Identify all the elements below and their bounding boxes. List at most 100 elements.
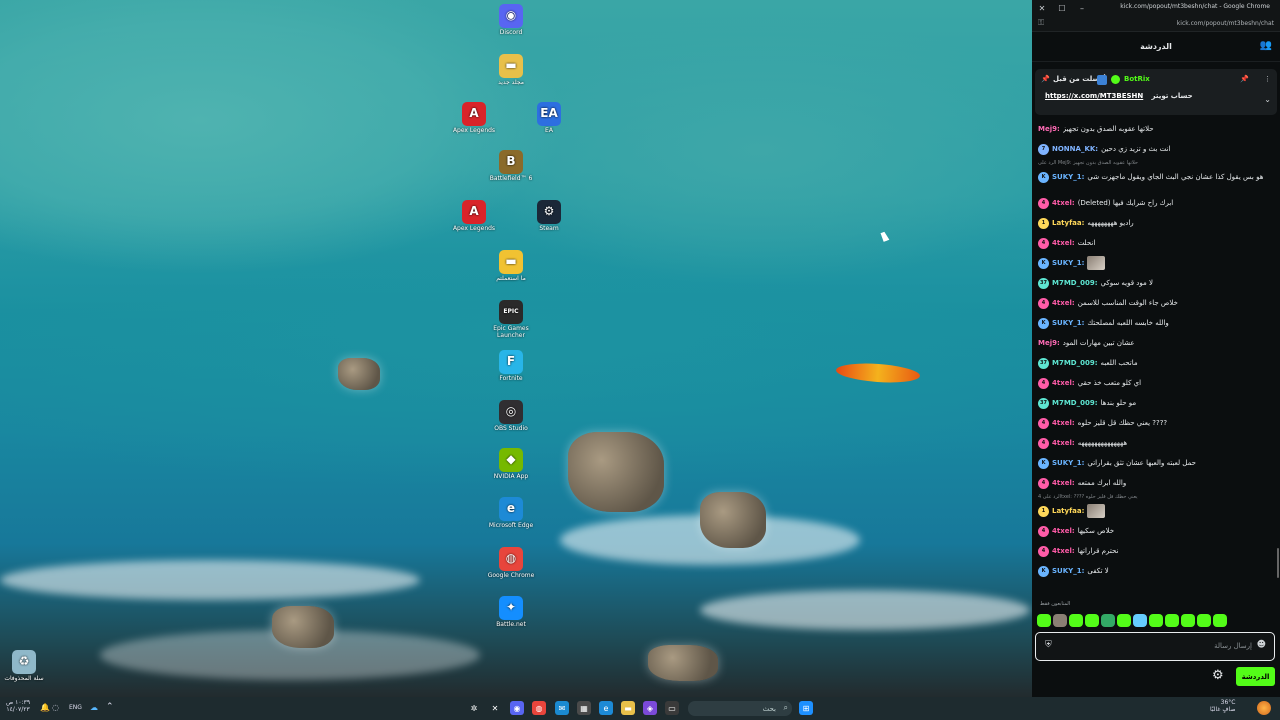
emote-button[interactable] — [1133, 614, 1147, 627]
maximize-button[interactable]: ☐ — [1052, 4, 1072, 13]
chat-username[interactable]: Mej9: — [1038, 125, 1060, 133]
desktop-shortcut[interactable]: ✦ Battle.net — [483, 596, 539, 629]
chat-username[interactable]: Mej9: — [1038, 339, 1060, 347]
chat-message[interactable]: 4 4txel: نحترم قراراتها — [1038, 542, 1270, 560]
weather-widget[interactable]: 36°C صافٍ غالبًا — [1210, 699, 1235, 713]
chat-input[interactable] — [1060, 640, 1252, 652]
edge-taskbar-icon[interactable]: e — [599, 701, 613, 715]
chevron-down-icon[interactable]: ⌄ — [1264, 95, 1271, 104]
chat-message[interactable]: 4 4txel: انحلت — [1038, 234, 1270, 252]
chat-username[interactable]: SUKY_1: — [1052, 459, 1084, 467]
gear-icon[interactable]: ⚙ — [1212, 668, 1224, 683]
emote-button[interactable] — [1037, 614, 1051, 627]
chat-username[interactable]: 4txel: — [1052, 379, 1075, 387]
chat-message[interactable]: K SUKY_1: — [1038, 254, 1270, 272]
address-bar[interactable]: ⚿ kick.com/popout/mt3beshn/chat — [1032, 16, 1280, 32]
emote-button[interactable] — [1053, 614, 1067, 627]
emoji-icon[interactable]: ☻ — [1257, 640, 1266, 650]
users-icon[interactable]: 👥 — [1260, 40, 1272, 51]
chat-message[interactable]: Mej9: حلاتها عقوبه الصدق بدون تجهيز — [1038, 120, 1270, 138]
chat-message[interactable]: K SUKY_1: والله خابسه اللعبه لمصلحتك — [1038, 314, 1270, 332]
store-taskbar-icon[interactable]: ▦ — [577, 701, 591, 715]
chat-username[interactable]: SUKY_1: — [1052, 319, 1084, 327]
discord-taskbar-icon[interactable]: ◉ — [510, 701, 524, 715]
language-indicator[interactable]: ENG — [69, 704, 82, 711]
chrome-taskbar-icon[interactable]: ◍ — [532, 701, 546, 715]
chat-message[interactable]: K SUKY_1: حمل لعبته والعبها عشان تثق بقرار… — [1038, 454, 1270, 472]
wifi-icon[interactable]: ◌ — [52, 703, 59, 712]
chat-scrollbar[interactable] — [1277, 548, 1279, 578]
close-button[interactable]: ✕ — [1032, 4, 1052, 13]
desktop-shortcut[interactable]: A Apex Legends — [446, 200, 502, 233]
chat-username[interactable]: 4txel: — [1052, 199, 1075, 207]
chat-message[interactable]: K SUKY_1: هو بس يقول كذا عشان نجي البث الج… — [1038, 168, 1270, 186]
emote-button[interactable] — [1197, 614, 1211, 627]
chat-message[interactable]: 4 4txel: ههههههههههههههه — [1038, 434, 1270, 452]
chat-message[interactable]: 4 4txel:???? يعني حظك قل قليز حلوه — [1038, 414, 1270, 432]
taskbar-search[interactable]: بحث ⌕ — [688, 701, 792, 716]
app-taskbar-icon[interactable]: ◈ — [643, 701, 657, 715]
chat-username[interactable]: Latyfaa: — [1052, 219, 1084, 227]
desktop-shortcut[interactable]: ▬ ما استعملتم — [483, 250, 539, 283]
capcut-icon[interactable]: ✕ — [488, 701, 502, 715]
emote-button[interactable] — [1181, 614, 1195, 627]
chat-message[interactable]: 4 4txel: اي كلو متعب خذ حقي — [1038, 374, 1270, 392]
chat-username[interactable]: 4txel: — [1052, 439, 1075, 447]
chat-username[interactable]: M7MD_009: — [1052, 279, 1098, 287]
terminal-taskbar-icon[interactable]: ▭ — [665, 701, 679, 715]
recycle-bin-shortcut[interactable]: ♻ سلة المحذوفات — [0, 650, 52, 683]
tray-icon[interactable]: ☁ — [90, 703, 98, 712]
shield-icon[interactable]: ⛨ — [1045, 640, 1052, 650]
chat-username[interactable]: 4txel: — [1052, 299, 1075, 307]
chat-username[interactable]: NONNA_KK: — [1052, 145, 1098, 153]
copilot-icon[interactable]: ✲ — [467, 701, 481, 715]
chat-message[interactable]: K SUKY_1: لا تكفى — [1038, 562, 1270, 580]
teams-taskbar-icon[interactable]: ✉ — [555, 701, 569, 715]
chat-message[interactable]: 1 Latyfaa: — [1038, 502, 1270, 520]
unpin-icon[interactable]: 📌 — [1240, 75, 1249, 83]
desktop-shortcut[interactable]: ▬ مجلد جديد — [483, 54, 539, 87]
chat-username[interactable]: M7MD_009: — [1052, 399, 1098, 407]
chat-username[interactable]: M7MD_009: — [1052, 359, 1098, 367]
chat-message[interactable]: 37 M7MD_009: مو حلو بندها — [1038, 394, 1270, 412]
emote-button[interactable] — [1149, 614, 1163, 627]
chat-message[interactable]: 37 M7MD_009: ماتحب اللعبه — [1038, 354, 1270, 372]
chat-username[interactable]: 4txel: — [1052, 479, 1075, 487]
emote-button[interactable] — [1117, 614, 1131, 627]
start-button[interactable]: ⊞ — [799, 701, 813, 715]
desktop-shortcut[interactable]: ◎ OBS Studio — [483, 400, 539, 433]
more-options-icon[interactable]: ⋮ — [1264, 75, 1271, 83]
emote-button[interactable] — [1165, 614, 1179, 627]
desktop-shortcut[interactable]: ◉ Discord — [483, 4, 539, 37]
pinned-link[interactable]: https://x.com/MT3BESHN — [1045, 92, 1143, 100]
chat-username[interactable]: SUKY_1: — [1052, 567, 1084, 575]
desktop-shortcut[interactable]: B Battlefield™ 6 — [483, 150, 539, 183]
chat-message[interactable]: 4 4txel: خلاص جاء الوقت المناسب للاسمن — [1038, 294, 1270, 312]
file-explorer-icon[interactable]: ▬ — [621, 701, 635, 715]
chevron-up-icon[interactable]: ⌃ — [106, 702, 114, 712]
desktop-shortcut[interactable]: ◆ NVIDIA App — [483, 448, 539, 481]
chat-message[interactable]: 4 4txel: خلاص سكيها — [1038, 522, 1270, 540]
chat-message[interactable]: 7 NONNA_KK: انت بث و تزيد زي دحين — [1038, 140, 1270, 158]
desktop-shortcut[interactable]: F Fortnite — [483, 350, 539, 383]
chat-message[interactable]: Mej9: عشان تبين مهارات المود — [1038, 334, 1270, 352]
chat-username[interactable]: 4txel: — [1052, 547, 1075, 555]
notification-bell-icon[interactable]: 🔔 — [40, 703, 50, 712]
chat-username[interactable]: 4txel: — [1052, 239, 1075, 247]
chat-username[interactable]: SUKY_1: — [1052, 259, 1084, 267]
chat-message[interactable]: 4 4txel: (Deleted) ابرك راح شرايك فيها — [1038, 194, 1270, 212]
desktop-shortcut[interactable]: A Apex Legends — [446, 102, 502, 135]
minimize-button[interactable]: – — [1072, 4, 1092, 13]
emote-button[interactable] — [1213, 614, 1227, 627]
emote-button[interactable] — [1085, 614, 1099, 627]
emote-button[interactable] — [1101, 614, 1115, 627]
chat-message[interactable]: 4 4txel: والله ابرك ممتعه — [1038, 474, 1270, 492]
chat-message[interactable]: 1 Latyfaa: راديو ههههههههه — [1038, 214, 1270, 232]
chat-username[interactable]: SUKY_1: — [1052, 173, 1084, 181]
chat-username[interactable]: 4txel: — [1052, 527, 1075, 535]
desktop-shortcut[interactable]: e Microsoft Edge — [483, 497, 539, 530]
emote-button[interactable] — [1069, 614, 1083, 627]
desktop-shortcut[interactable]: ◍ Google Chrome — [483, 547, 539, 580]
desktop-shortcut[interactable]: ⚙ Steam — [521, 200, 577, 233]
chat-message[interactable]: 37 M7MD_009: لا مود قويه سوكي — [1038, 274, 1270, 292]
